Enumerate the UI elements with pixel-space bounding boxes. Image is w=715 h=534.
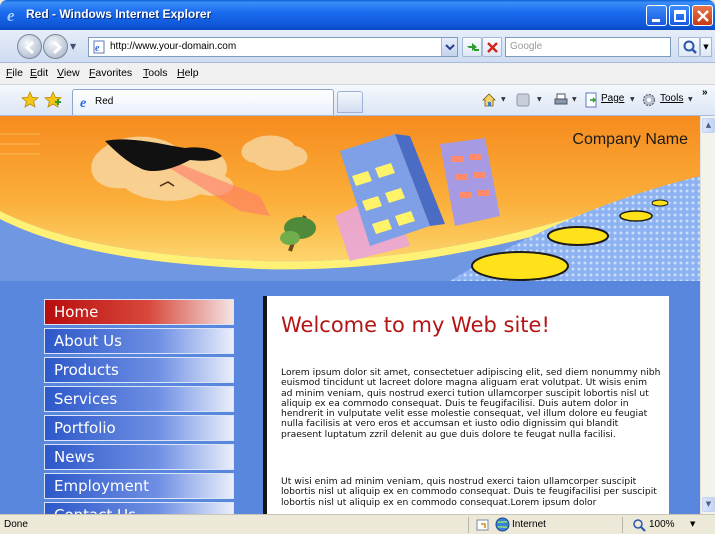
globe-icon [495, 517, 510, 532]
page-heading: Welcome to my Web site! [281, 313, 550, 337]
page-menu-icon[interactable] [583, 92, 599, 108]
feeds-dropdown-icon[interactable]: ▼ [537, 96, 542, 103]
favorites-star-icon[interactable] [21, 91, 39, 109]
forward-button[interactable] [43, 34, 68, 59]
page-menu-button[interactable]: Page [601, 93, 624, 104]
add-favorite-icon[interactable] [44, 91, 62, 109]
menu-tools[interactable]: Tools [143, 67, 168, 79]
chevron-down-icon [445, 44, 455, 51]
ie-logo-icon: e [7, 7, 15, 23]
main-content: Welcome to my Web site! Lorem ipsum dolo… [263, 296, 669, 514]
home-icon[interactable] [481, 92, 497, 108]
body-paragraph-2: Ut wisi enim ad minim veniam, quis nostr… [281, 476, 657, 508]
tab-red[interactable]: e Red [72, 89, 334, 115]
zoom-level[interactable]: 100% [649, 519, 675, 530]
nav-employment[interactable]: Employment [44, 473, 234, 499]
search-placeholder: Google [510, 41, 543, 52]
menu-file[interactable]: File [6, 67, 23, 79]
refresh-button[interactable] [462, 37, 482, 57]
svg-text:e: e [80, 96, 86, 109]
close-button[interactable] [692, 5, 713, 26]
protected-mode-icon [476, 519, 489, 531]
body-paragraph-1: Lorem ipsum dolor sit amet, consectetuer… [281, 367, 661, 440]
nav-products[interactable]: Products [44, 357, 234, 383]
status-divider [622, 517, 623, 533]
url-text[interactable]: http://www.your-domain.com [110, 41, 236, 52]
site-navigation: Home About Us Products Services Portfoli… [44, 299, 234, 514]
address-toolbar: ▼ e http://www.your-domain.com Google ▼ [0, 30, 715, 63]
zoom-dropdown-icon[interactable]: ▼ [690, 520, 695, 528]
search-button[interactable] [678, 37, 700, 57]
tools-menu-label: Tools [660, 93, 684, 104]
print-dropdown-icon[interactable]: ▼ [572, 96, 577, 103]
maximize-button[interactable] [669, 5, 690, 26]
svg-text:e: e [7, 7, 15, 23]
nav-services[interactable]: Services [44, 386, 234, 412]
recent-pages-dropdown-icon[interactable]: ▼ [70, 42, 76, 51]
status-text: Done [4, 519, 28, 530]
nav-news[interactable]: News [44, 444, 234, 470]
page-dropdown-icon[interactable]: ▼ [630, 96, 635, 103]
menu-favorites[interactable]: Favorites [89, 67, 132, 79]
title-bar: e Red - Windows Internet Explorer [0, 0, 715, 30]
new-tab-button[interactable] [337, 91, 363, 113]
home-dropdown-icon[interactable]: ▼ [501, 96, 506, 103]
tools-dropdown-icon[interactable]: ▼ [688, 96, 693, 103]
feeds-icon[interactable] [515, 92, 531, 108]
menu-help[interactable]: Help [177, 67, 199, 79]
address-field[interactable]: e http://www.your-domain.com [88, 37, 458, 57]
stop-icon [487, 42, 498, 53]
search-icon [683, 40, 697, 54]
gear-icon[interactable] [641, 92, 657, 108]
stop-button[interactable] [482, 37, 502, 57]
tab-bar: e Red ▼ ▼ ▼ Page ▼ Tools ▼ » [0, 85, 715, 116]
web-page: Company Name Home About Us Products Serv… [0, 116, 700, 514]
toolbar-overflow-chevron-icon[interactable]: » [702, 87, 708, 98]
window-title: Red - Windows Internet Explorer [26, 7, 212, 21]
scroll-up-button[interactable]: ▲ [702, 118, 715, 133]
status-bar: Done Internet 100% ▼ [0, 514, 715, 534]
svg-text:e: e [95, 43, 100, 54]
scroll-down-button[interactable]: ▼ [702, 497, 715, 512]
menu-edit[interactable]: Edit [30, 67, 48, 79]
search-input[interactable]: Google [505, 37, 671, 57]
nav-about-us[interactable]: About Us [44, 328, 234, 354]
minimize-button[interactable] [646, 5, 667, 26]
print-icon[interactable] [553, 92, 569, 108]
menu-bar: File Edit View Favorites Tools Help [0, 63, 715, 85]
security-zone-label: Internet [512, 519, 546, 530]
menu-view[interactable]: View [57, 67, 80, 79]
nav-portfolio[interactable]: Portfolio [44, 415, 234, 441]
status-divider [468, 517, 469, 533]
page-icon: e [93, 40, 105, 54]
search-options-dropdown-icon[interactable]: ▼ [700, 37, 712, 57]
url-dropdown-button[interactable] [441, 38, 457, 56]
ie-page-icon: e [80, 96, 86, 109]
page-menu-label: Page [601, 93, 625, 104]
refresh-icon [467, 43, 479, 51]
tab-label: Red [95, 96, 114, 107]
zoom-icon[interactable] [632, 518, 646, 532]
nav-contact-us[interactable]: Contact Us [44, 502, 234, 514]
back-button[interactable] [17, 34, 42, 59]
tools-menu-button[interactable]: Tools [660, 93, 683, 104]
vertical-scrollbar[interactable]: ▲ ▼ [700, 116, 715, 514]
company-name: Company Name [572, 131, 688, 148]
nav-home[interactable]: Home [44, 299, 234, 325]
back-arrow-icon [24, 40, 35, 55]
forward-arrow-icon [52, 40, 63, 55]
